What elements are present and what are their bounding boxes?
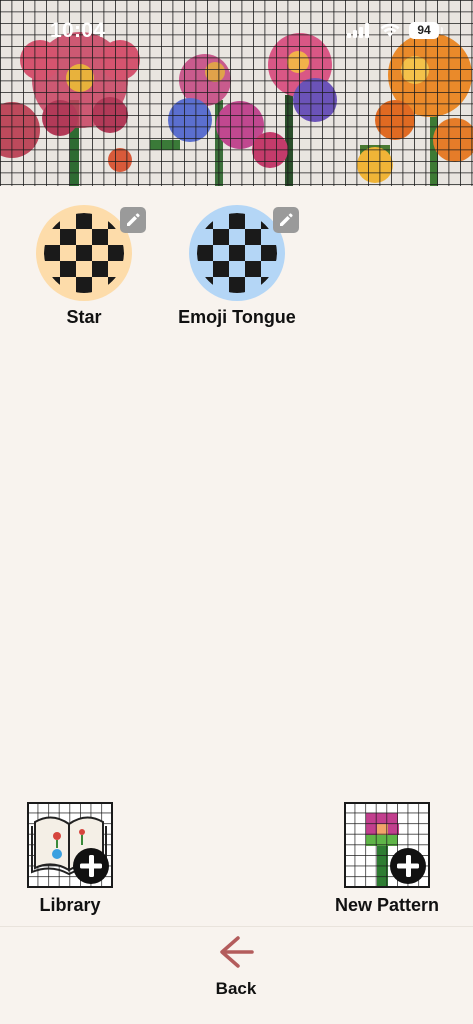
arrow-left-icon bbox=[220, 936, 254, 968]
pattern-item-star[interactable]: Star bbox=[36, 205, 146, 328]
library-label: Library bbox=[39, 895, 101, 915]
pencil-edit-icon[interactable] bbox=[120, 207, 146, 233]
new-pattern-icon bbox=[344, 802, 430, 888]
back-label: Back bbox=[215, 979, 257, 998]
checker-thumbnail bbox=[44, 213, 124, 293]
status-icons: 94 bbox=[347, 22, 443, 39]
back-button[interactable]: Back bbox=[186, 932, 286, 1004]
wifi-icon bbox=[380, 23, 400, 37]
library-button[interactable]: Library bbox=[20, 802, 120, 916]
bottom-divider bbox=[0, 926, 473, 927]
cellular-signal-icon bbox=[347, 23, 369, 38]
pattern-name: Star bbox=[66, 307, 102, 327]
new-pattern-label: New Pattern bbox=[334, 895, 440, 915]
checker-thumbnail bbox=[197, 213, 277, 293]
pencil-edit-icon[interactable] bbox=[273, 207, 299, 233]
library-icon bbox=[27, 802, 113, 888]
new-pattern-button[interactable]: New Pattern bbox=[324, 802, 450, 916]
pattern-thumbnail[interactable] bbox=[36, 205, 132, 301]
pattern-thumbnail-wrap bbox=[36, 205, 146, 301]
battery-indicator: 94 bbox=[409, 22, 443, 39]
pattern-item-emoji-tongue[interactable]: Emoji Tongue bbox=[168, 205, 306, 328]
pattern-thumbnail[interactable] bbox=[189, 205, 285, 301]
status-bar: 10:04 94 bbox=[0, 0, 473, 60]
header-banner: 10:04 94 bbox=[0, 0, 473, 186]
pattern-name: Emoji Tongue bbox=[178, 307, 296, 327]
status-time: 10:04 bbox=[50, 19, 106, 42]
pattern-thumbnail-wrap bbox=[189, 205, 299, 301]
